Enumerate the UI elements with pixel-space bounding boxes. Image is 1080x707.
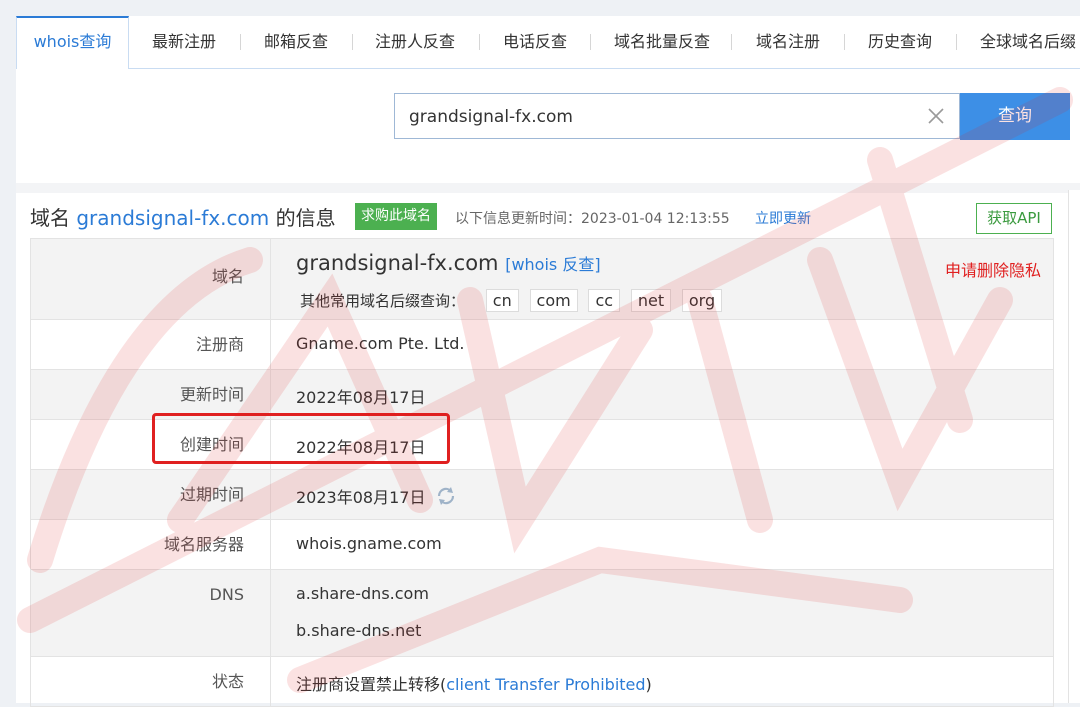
row-label: 更新时间: [31, 370, 271, 419]
row-label: 注册商: [31, 320, 271, 369]
search-box: [394, 93, 960, 140]
tab-divider: [844, 34, 845, 50]
tab-phone-reverse[interactable]: 电话反查: [503, 16, 567, 68]
expires-date: 2023年08月17日: [296, 488, 426, 507]
domain-name: grandsignal-fx.com: [296, 251, 499, 275]
highlight-box: [152, 413, 450, 464]
suffix-chip-net[interactable]: net: [630, 289, 672, 312]
suffix-chip-cc[interactable]: cc: [588, 289, 621, 312]
tab-whois[interactable]: whois查询: [16, 16, 129, 69]
title-domain[interactable]: grandsignal-fx.com: [76, 206, 269, 230]
row-label: 状态: [31, 657, 271, 706]
delete-privacy-link[interactable]: 申请删除隐私: [945, 257, 1041, 281]
table-row-status: 状态 注册商设置禁止转移(client Transfer Prohibited): [31, 657, 1053, 707]
right-panel-edge: [1068, 190, 1080, 703]
table-row-registrar: 注册商 Gname.com Pte. Ltd.: [31, 320, 1053, 370]
tab-bar: whois查询 最新注册 邮箱反查 注册人反查 电话反查 域名批量反查 域名注册…: [16, 16, 1080, 69]
section-divider: [16, 183, 1080, 193]
status-link[interactable]: client Transfer Prohibited: [446, 675, 645, 694]
suffix-query: 其他常用域名后缀查询： cn com cc net org: [300, 289, 728, 312]
tab-divider: [590, 34, 591, 50]
search-button[interactable]: 查询: [960, 93, 1070, 140]
title-suffix: 的信息: [275, 206, 336, 230]
tab-email-reverse[interactable]: 邮箱反查: [264, 16, 328, 68]
tab-registrant-reverse[interactable]: 注册人反查: [375, 16, 455, 68]
whois-info-table: 域名 grandsignal-fx.com [whois 反查] 申请删除隐私 …: [30, 238, 1054, 707]
close-icon[interactable]: [927, 107, 945, 125]
status-value: 注册商设置禁止转移(client Transfer Prohibited): [296, 671, 652, 695]
table-row-domain: 域名 grandsignal-fx.com [whois 反查] 申请删除隐私 …: [31, 239, 1053, 320]
status-suffix: ): [645, 675, 652, 694]
refresh-icon[interactable]: [435, 485, 457, 507]
whois-reverse-link[interactable]: [whois 反查]: [505, 255, 600, 274]
tab-history[interactable]: 历史查询: [868, 16, 932, 68]
row-label: 域名: [31, 239, 271, 319]
search-input[interactable]: [407, 94, 911, 140]
tab-latest-registrations[interactable]: 最新注册: [152, 16, 216, 68]
dns-value-1: a.share-dns.com: [296, 584, 429, 603]
tab-domain-registration[interactable]: 域名注册: [756, 16, 820, 68]
dns-value-2: b.share-dns.net: [296, 621, 422, 640]
update-time-label: 以下信息更新时间：2023-01-04 12:13:55: [455, 211, 730, 227]
suffix-chip-org[interactable]: org: [681, 289, 723, 312]
table-row-whois-server: 域名服务器 whois.gname.com: [31, 520, 1053, 570]
update-now-link[interactable]: 立即更新: [755, 208, 811, 228]
suffix-query-label: 其他常用域名后缀查询：: [300, 292, 466, 310]
tab-divider: [240, 34, 241, 50]
domain-value: grandsignal-fx.com [whois 反查]: [296, 251, 601, 275]
whois-page: whois查询 最新注册 邮箱反查 注册人反查 电话反查 域名批量反查 域名注册…: [16, 16, 1080, 707]
whois-server-value: whois.gname.com: [296, 534, 442, 553]
buy-domain-button[interactable]: 求购此域名: [355, 203, 437, 230]
get-api-button[interactable]: 获取API: [976, 203, 1052, 234]
tab-global-suffixes[interactable]: 全球域名后缀: [980, 16, 1080, 68]
tab-divider: [731, 34, 732, 50]
row-label: DNS: [31, 570, 271, 656]
suffix-chip-com[interactable]: com: [529, 289, 578, 312]
table-row-expires: 过期时间 2023年08月17日: [31, 470, 1053, 520]
expires-value: 2023年08月17日: [296, 484, 457, 508]
row-label: 域名服务器: [31, 520, 271, 569]
tab-batch-reverse[interactable]: 域名批量反查: [614, 16, 710, 68]
tab-divider: [352, 34, 353, 50]
status-prefix: 注册商设置禁止转移(: [296, 675, 447, 694]
page-title: 域名 grandsignal-fx.com 的信息: [30, 202, 336, 231]
row-label: 过期时间: [31, 470, 271, 519]
registrar-value: Gname.com Pte. Ltd.: [296, 334, 465, 353]
table-row-dns: DNS a.share-dns.com b.share-dns.net: [31, 570, 1053, 657]
suffix-chip-cn[interactable]: cn: [485, 289, 519, 312]
updated-value: 2022年08月17日: [296, 388, 426, 407]
tab-divider: [479, 34, 480, 50]
tab-divider: [956, 34, 957, 50]
title-prefix: 域名: [30, 206, 70, 230]
